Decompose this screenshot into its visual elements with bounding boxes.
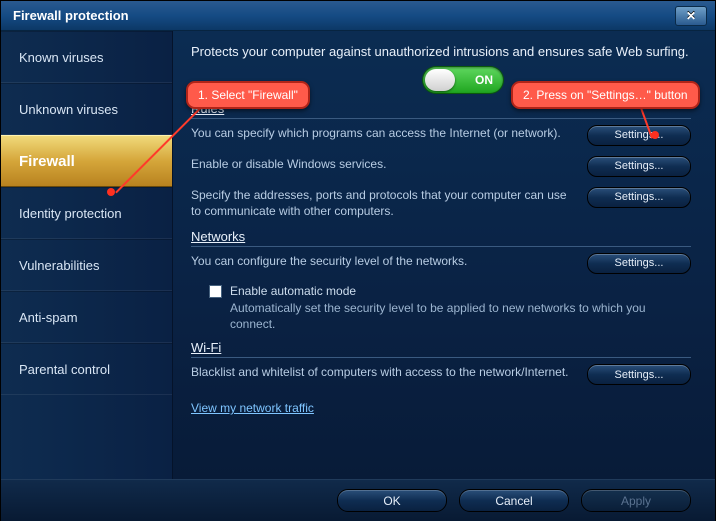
rules-row-addresses: Specify the addresses, ports and protoco… xyxy=(191,187,691,219)
annotation-step-2: 2. Press on "Settings…" button xyxy=(511,81,700,109)
automatic-mode-checkbox[interactable] xyxy=(209,285,222,298)
settings-button-networks[interactable]: Settings... xyxy=(587,253,691,274)
window-title: Firewall protection xyxy=(13,8,129,23)
sidebar-item-anti-spam[interactable]: Anti-spam xyxy=(1,291,172,343)
intro-text: Protects your computer against unauthori… xyxy=(191,43,691,61)
sidebar-item-vulnerabilities[interactable]: Vulnerabilities xyxy=(1,239,172,291)
automatic-mode-row: Enable automatic mode xyxy=(209,284,691,298)
sidebar-item-unknown-viruses[interactable]: Unknown viruses xyxy=(1,83,172,135)
automatic-mode-sub: Automatically set the security level to … xyxy=(230,300,691,332)
close-icon: ✕ xyxy=(686,9,696,23)
sidebar-item-label: Anti-spam xyxy=(19,310,78,325)
apply-button[interactable]: Apply xyxy=(581,489,691,512)
cancel-button[interactable]: Cancel xyxy=(459,489,569,512)
view-traffic-link[interactable]: View my network traffic xyxy=(191,401,314,415)
ok-button[interactable]: OK xyxy=(337,489,447,512)
sidebar-item-label: Vulnerabilities xyxy=(19,258,99,273)
row-desc: Enable or disable Windows services. xyxy=(191,156,575,172)
close-button[interactable]: ✕ xyxy=(675,6,707,26)
row-desc: You can specify which programs can acces… xyxy=(191,125,575,141)
rules-row-programs: You can specify which programs can acces… xyxy=(191,125,691,146)
automatic-mode-label: Enable automatic mode xyxy=(230,284,356,298)
networks-row: You can configure the security level of … xyxy=(191,253,691,274)
row-desc: Blacklist and whitelist of computers wit… xyxy=(191,364,575,380)
row-desc: Specify the addresses, ports and protoco… xyxy=(191,187,575,219)
sidebar: Known viruses Unknown viruses Firewall I… xyxy=(1,31,173,479)
settings-button-programs[interactable]: Settings... xyxy=(587,125,691,146)
firewall-toggle[interactable]: ON xyxy=(423,67,503,93)
sidebar-item-label: Parental control xyxy=(19,362,110,377)
rules-row-services: Enable or disable Windows services. Sett… xyxy=(191,156,691,177)
sidebar-item-label: Firewall xyxy=(19,153,75,170)
sidebar-item-parental-control[interactable]: Parental control xyxy=(1,343,172,395)
toggle-label: ON xyxy=(475,73,493,87)
sidebar-item-label: Known viruses xyxy=(19,50,104,65)
section-heading-networks: Networks xyxy=(191,229,691,247)
annotation-dot xyxy=(651,131,659,139)
sidebar-item-label: Unknown viruses xyxy=(19,102,118,117)
settings-button-wifi[interactable]: Settings... xyxy=(587,364,691,385)
sidebar-item-known-viruses[interactable]: Known viruses xyxy=(1,31,172,83)
sidebar-item-label: Identity protection xyxy=(19,206,122,221)
annotation-step-1: 1. Select "Firewall" xyxy=(186,81,310,109)
footer: OK Cancel Apply xyxy=(1,479,715,521)
sidebar-item-identity-protection[interactable]: Identity protection xyxy=(1,187,172,239)
titlebar: Firewall protection ✕ xyxy=(1,1,715,31)
wifi-row: Blacklist and whitelist of computers wit… xyxy=(191,364,691,385)
section-heading-wifi: Wi-Fi xyxy=(191,340,691,358)
row-desc: You can configure the security level of … xyxy=(191,253,575,269)
annotation-dot xyxy=(107,188,115,196)
settings-button-services[interactable]: Settings... xyxy=(587,156,691,177)
settings-button-addresses[interactable]: Settings... xyxy=(587,187,691,208)
